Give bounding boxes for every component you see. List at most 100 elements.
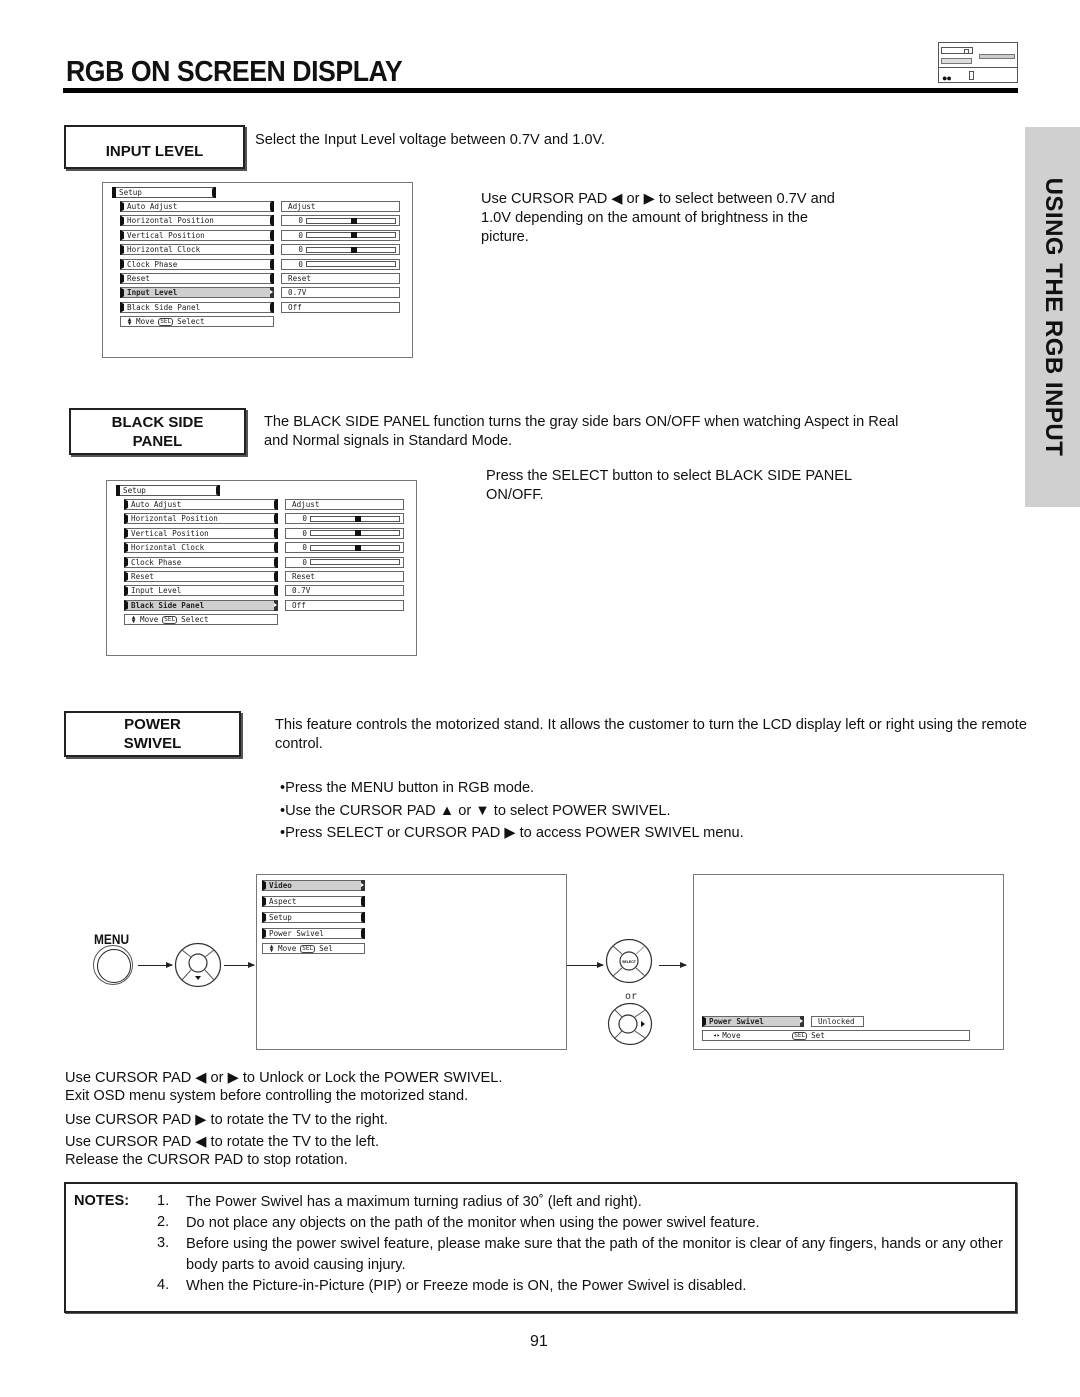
black-side-panel-label: BLACK SIDE PANEL (69, 408, 246, 455)
menu-button-icon (93, 945, 133, 985)
osd-menu-value[interactable]: 0 (285, 527, 404, 539)
arrow-right-icon (224, 962, 255, 968)
osd-help-bar: ▲ ▼ Move SEL Sel (262, 943, 365, 954)
osd-menu-value[interactable]: Reset (281, 273, 400, 284)
osd-slider[interactable] (306, 232, 396, 239)
osd-value-number: 0 (298, 259, 303, 269)
osd-menu-value[interactable]: Unlocked (811, 1016, 864, 1027)
page-title: RGB ON SCREEN DISPLAY (66, 56, 403, 88)
instruction-line-4: Use CURSOR PAD ◀ to rotate the TV to the… (65, 1134, 380, 1150)
osd-slider[interactable] (310, 530, 400, 537)
osd-menu-value[interactable]: 0 (281, 258, 400, 270)
black-side-panel-label-line1: BLACK SIDE (111, 413, 204, 431)
osd-menu-value[interactable]: 0 (281, 215, 400, 227)
osd-menu-item-label: Black Side Panel (131, 600, 205, 610)
osd-menu-item-label: Reset (131, 572, 154, 581)
osd-menu-item[interactable]: Vertical Position (120, 229, 274, 241)
osd-help-action: Sel (319, 944, 333, 953)
osd-help-move: Move (140, 615, 159, 625)
osd-slider[interactable] (306, 261, 396, 268)
input-level-detail: Use CURSOR PAD ◀ or ▶ to select between … (481, 191, 835, 245)
slider-thumb[interactable] (351, 232, 357, 239)
cursor-pad-right-icon (607, 1002, 653, 1046)
osd-menu-item-label: Black Side Panel (127, 302, 201, 312)
osd-menu-item[interactable]: Input Level (120, 287, 274, 299)
osd-menu-item[interactable]: Power Swivel (702, 1016, 804, 1027)
osd-menu-item[interactable]: Horizontal Position (120, 215, 274, 227)
osd-menu-value[interactable]: 0.7V (285, 585, 404, 597)
osd-menu-item[interactable]: Aspect (262, 896, 365, 907)
osd-menu-value[interactable]: Adjust (281, 201, 400, 212)
notes-label: NOTES: (74, 1193, 130, 1209)
input-level-intro: Select the Input Level voltage between 0… (255, 132, 605, 148)
tv-device-icon: ●● (938, 42, 1018, 83)
osd-value-number: 0 (298, 216, 303, 226)
osd-menu-item[interactable]: Input Level (124, 585, 278, 597)
notes-box: NOTES: 1. The Power Swivel has a maximum… (64, 1182, 1017, 1313)
sel-badge-icon: SEL (300, 944, 316, 953)
select-text: SELECT (622, 960, 637, 964)
osd-value-number: 0 (302, 543, 307, 553)
osd-slider[interactable] (306, 217, 396, 224)
osd-menu-item[interactable]: Horizontal Clock (120, 244, 274, 256)
osd-menu-value[interactable]: 0 (281, 229, 400, 241)
osd-menu-item[interactable]: Auto Adjust (120, 201, 274, 212)
osd-menu-item[interactable]: Horizontal Position (124, 513, 278, 525)
osd-menu-item[interactable]: Auto Adjust (124, 499, 278, 510)
power-swivel-step-3: •Press SELECT or CURSOR PAD ▶ to access … (280, 825, 744, 841)
osd-menu-item-label: Aspect (269, 897, 297, 906)
instruction-line-2: Exit OSD menu system before controlling … (65, 1088, 469, 1104)
slider-thumb[interactable] (355, 530, 361, 537)
osd-menu-item[interactable]: Reset (124, 571, 278, 582)
note-text: When the Picture-in-Picture (PIP) or Fre… (186, 1278, 747, 1294)
power-swivel-step-1: •Press the MENU button in RGB mode. (280, 780, 535, 796)
osd-slider[interactable] (310, 559, 400, 566)
up-down-icon: ▲ ▼ (127, 315, 132, 327)
osd-menu-item[interactable]: Black Side Panel (120, 301, 274, 313)
note-number: 1. (157, 1193, 170, 1209)
slider-thumb[interactable] (355, 544, 361, 551)
osd-menu-item[interactable]: Black Side Panel (124, 599, 278, 611)
black-side-panel-detail: Press the SELECT button to select BLACK … (486, 468, 852, 503)
osd-menu-value[interactable]: 0.7V (281, 287, 400, 299)
slider-thumb[interactable] (355, 515, 361, 522)
osd-menu-value[interactable]: Adjust (285, 499, 404, 510)
osd-menu-value[interactable]: Off (281, 301, 400, 313)
input-level-label: INPUT LEVEL (64, 125, 245, 169)
input-level-osd-screen: Setup Auto Adjust Adjust Horizontal Positio… (102, 182, 413, 358)
osd-value-number: 0 (298, 230, 303, 240)
osd-menu-item-label: Setup (269, 913, 292, 922)
osd-menu-value[interactable]: 0 (281, 244, 400, 256)
note-text: The Power Swivel has a maximum turning r… (186, 1194, 642, 1210)
osd-value-text: Adjust (288, 202, 316, 211)
osd-menu-value[interactable]: 0 (285, 556, 404, 568)
osd-menu-item[interactable]: Setup (262, 912, 365, 923)
cursor-pad-down-icon (174, 942, 222, 988)
osd-value-text: Reset (292, 572, 315, 581)
osd-menu-item-label: Video (269, 881, 292, 890)
slider-thumb[interactable] (351, 217, 357, 224)
osd-slider[interactable] (310, 515, 400, 522)
osd-menu-value[interactable]: 0 (285, 542, 404, 554)
osd-menu-item[interactable]: Vertical Position (124, 527, 278, 539)
osd-menu-item-label: Power Swivel (269, 929, 324, 938)
osd-title-text: Setup (119, 188, 142, 197)
osd-menu-value[interactable]: Reset (285, 571, 404, 582)
osd-slider[interactable] (306, 246, 396, 253)
osd-menu-item-label: Auto Adjust (131, 500, 182, 509)
osd-value-text: Unlocked (818, 1017, 855, 1026)
osd-menu-item[interactable]: Reset (120, 273, 274, 284)
osd-menu-item[interactable]: Video (262, 880, 365, 891)
osd-menu-item[interactable]: Horizontal Clock (124, 542, 278, 554)
osd-menu-value[interactable]: Off (285, 599, 404, 611)
osd-menu-value[interactable]: 0 (285, 513, 404, 525)
osd-value-number: 0 (302, 528, 307, 538)
slider-thumb[interactable] (351, 246, 357, 253)
black-side-panel-intro: The BLACK SIDE PANEL function turns the … (264, 414, 899, 449)
osd-menu-item[interactable]: Clock Phase (124, 556, 278, 568)
osd-menu-item[interactable]: Power Swivel (262, 928, 365, 939)
arrow-right-icon (800, 1019, 803, 1023)
osd-slider[interactable] (310, 544, 400, 551)
osd-title: Setup (112, 187, 216, 198)
osd-menu-item[interactable]: Clock Phase (120, 258, 274, 270)
